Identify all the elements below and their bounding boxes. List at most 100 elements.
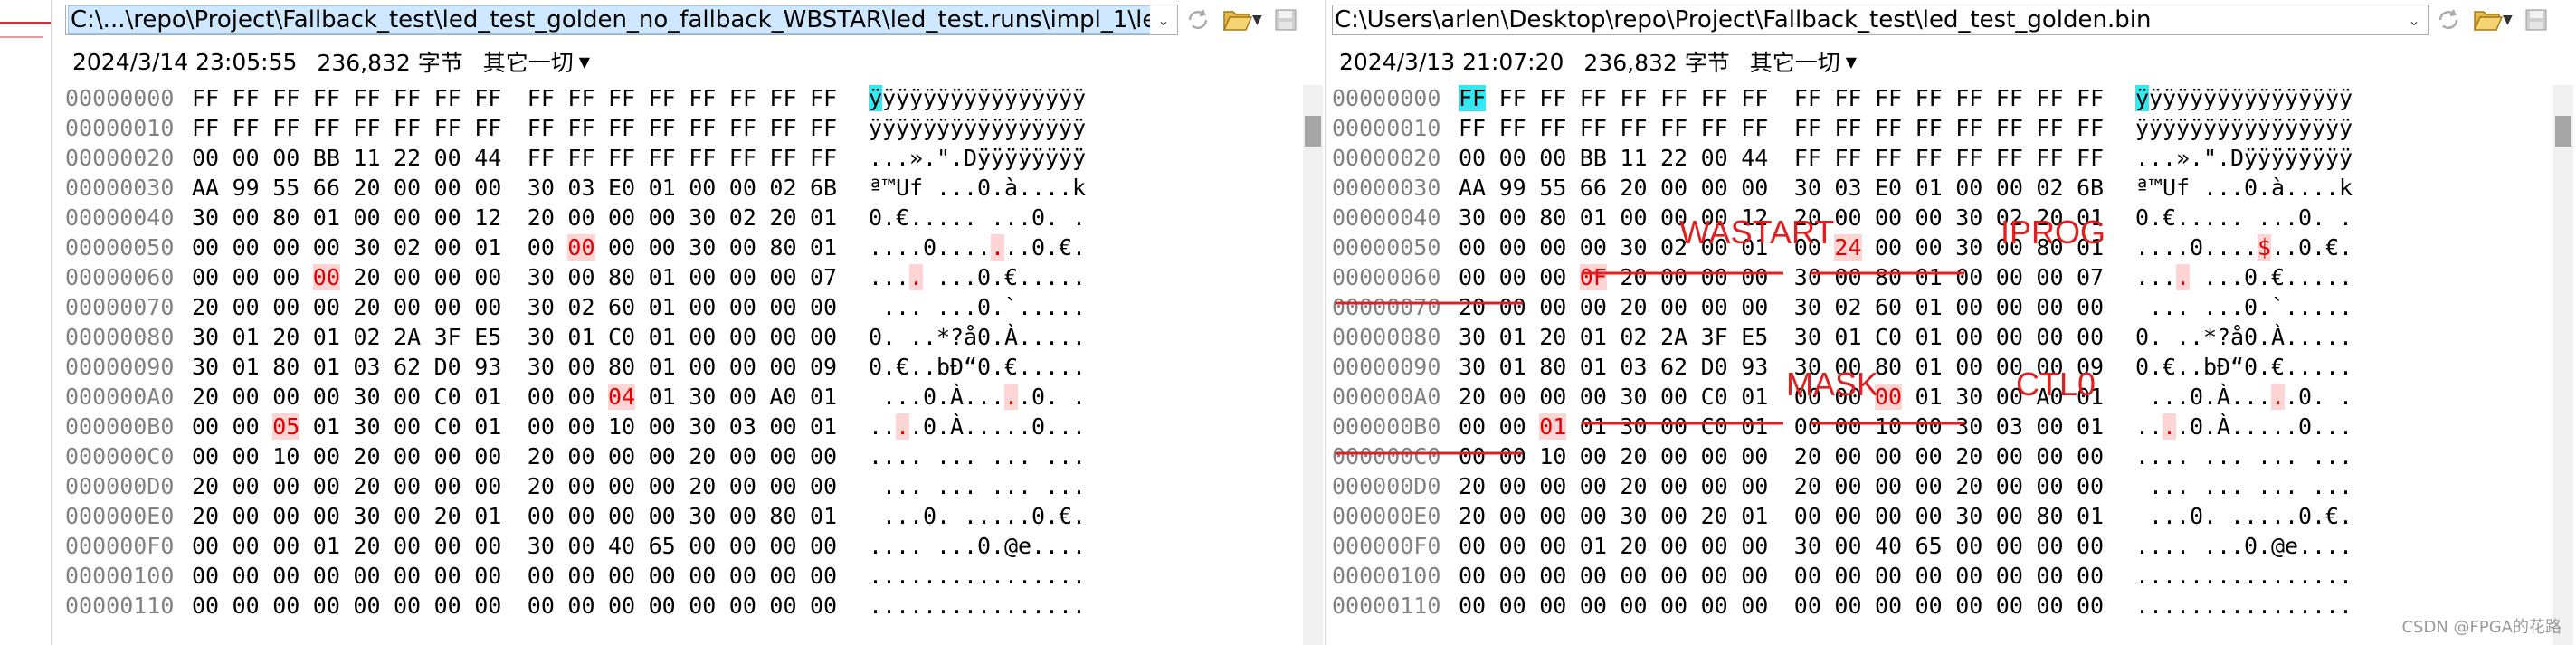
hex-byte[interactable]: 00 (1915, 413, 1943, 440)
hex-byte[interactable]: 00 (810, 473, 837, 499)
hex-byte[interactable]: 00 (729, 533, 756, 559)
hex-byte[interactable]: 01 (810, 204, 837, 231)
hex-byte[interactable]: 00 (394, 473, 421, 499)
hex-byte[interactable]: 00 (810, 563, 837, 589)
hex-byte[interactable]: 0F (1579, 264, 1607, 290)
hex-byte[interactable]: 40 (608, 533, 635, 559)
hex-byte[interactable]: 30 (1794, 533, 1821, 559)
hex-byte[interactable]: FF (1834, 145, 1861, 171)
hex-byte[interactable]: 60 (1875, 294, 1902, 320)
hex-byte[interactable]: 01 (474, 234, 501, 261)
hex-byte[interactable]: FF (313, 115, 340, 141)
hex-byte[interactable]: 01 (313, 413, 340, 440)
hex-byte[interactable]: 02 (394, 234, 421, 261)
hex-byte[interactable]: 00 (272, 533, 299, 559)
hex-byte[interactable]: 00 (567, 264, 594, 290)
hex-byte[interactable]: 20 (1620, 175, 1647, 201)
hex-byte[interactable]: 00 (1660, 473, 1687, 499)
hex-byte[interactable]: 01 (649, 294, 676, 320)
hex-byte[interactable]: 30 (1620, 384, 1647, 410)
hex-byte[interactable]: 30 (1459, 324, 1486, 350)
hex-byte[interactable]: 00 (1741, 473, 1768, 499)
hex-byte[interactable]: 00 (1660, 294, 1687, 320)
hex-byte[interactable]: 00 (394, 264, 421, 290)
hex-byte[interactable]: 00 (1499, 443, 1526, 470)
hex-byte[interactable]: 00 (1875, 593, 1902, 619)
hex-byte[interactable]: 00 (1660, 175, 1687, 201)
hex-byte[interactable]: 20 (353, 264, 380, 290)
hex-byte[interactable]: 00 (810, 443, 837, 470)
hex-byte[interactable]: 30 (689, 234, 716, 261)
hex-byte[interactable]: FF (1875, 145, 1902, 171)
hex-byte[interactable]: 2A (1660, 324, 1687, 350)
hex-byte[interactable]: 00 (2036, 443, 2063, 470)
hex-byte[interactable]: 00 (689, 264, 716, 290)
hex-byte[interactable]: 00 (1955, 294, 1982, 320)
hex-byte[interactable]: 00 (1499, 413, 1526, 440)
hex-byte[interactable]: 20 (528, 443, 555, 470)
hex-byte[interactable]: 00 (1701, 473, 1728, 499)
hex-byte[interactable]: 00 (394, 503, 421, 529)
hex-byte[interactable]: 00 (474, 473, 501, 499)
hex-byte[interactable]: 00 (1834, 413, 1861, 440)
hex-byte[interactable]: 01 (1499, 324, 1526, 350)
hex-byte[interactable]: 02 (1834, 294, 1861, 320)
hex-byte[interactable]: 01 (1915, 294, 1943, 320)
hex-byte[interactable]: 00 (1955, 264, 1982, 290)
ascii-column[interactable]: ...0.À.....0. . (869, 384, 1086, 410)
folder-dropdown-arrow-icon[interactable]: ▼ (1252, 13, 1262, 27)
hex-byte[interactable]: 20 (769, 204, 796, 231)
hex-byte[interactable]: 03 (1620, 354, 1647, 380)
hex-byte[interactable]: 00 (1955, 533, 1982, 559)
hex-byte[interactable]: 00 (313, 443, 340, 470)
hex-byte[interactable]: 01 (1915, 354, 1943, 380)
hex-byte[interactable]: 20 (192, 384, 219, 410)
hex-byte[interactable]: 30 (192, 324, 219, 350)
hex-byte[interactable]: 00 (2077, 324, 2104, 350)
hex-byte[interactable]: 20 (1459, 384, 1486, 410)
hex-byte[interactable]: FF (434, 85, 461, 111)
hex-byte[interactable]: 00 (729, 443, 756, 470)
hex-byte[interactable]: FF (1459, 85, 1487, 111)
hex-byte[interactable]: 22 (394, 145, 421, 171)
hex-byte[interactable]: 00 (1875, 473, 1902, 499)
hex-byte[interactable]: 03 (353, 354, 380, 380)
hex-byte[interactable]: 65 (1915, 533, 1943, 559)
hex-byte[interactable]: FF (192, 85, 219, 111)
hex-byte[interactable]: 00 (729, 234, 756, 261)
hex-byte[interactable]: 00 (233, 473, 260, 499)
hex-byte[interactable]: 00 (528, 503, 555, 529)
hex-byte[interactable]: 07 (810, 264, 837, 290)
hex-byte[interactable]: 00 (567, 443, 594, 470)
ascii-column[interactable]: 0.€..bÐ“0.€..... (869, 354, 1086, 380)
hex-byte[interactable]: 24 (1834, 234, 1862, 261)
hex-byte[interactable]: 01 (810, 413, 837, 440)
hex-byte[interactable]: 30 (353, 503, 380, 529)
hex-byte[interactable]: 30 (689, 204, 716, 231)
hex-byte[interactable]: 01 (1741, 503, 1768, 529)
hex-byte[interactable]: 01 (313, 204, 340, 231)
hex-byte[interactable]: BB (313, 145, 340, 171)
hex-byte[interactable]: 2A (394, 324, 421, 350)
ascii-column[interactable]: ....0.À.....0... (869, 413, 1086, 440)
hex-byte[interactable]: 65 (649, 533, 676, 559)
hex-byte[interactable]: FF (1834, 115, 1861, 141)
right-path-text[interactable]: C:\Users\arlen\Desktop\repo\Project\Fall… (1333, 5, 2400, 34)
ascii-column[interactable]: 0.€..... ...0. . (869, 204, 1086, 231)
hex-byte[interactable]: 80 (272, 354, 299, 380)
hex-byte[interactable]: 20 (1620, 533, 1647, 559)
hex-byte[interactable]: 01 (313, 354, 340, 380)
hex-byte[interactable]: 00 (1875, 234, 1902, 261)
hex-byte[interactable]: FF (1955, 85, 1982, 111)
hex-byte[interactable]: 80 (608, 264, 635, 290)
hex-byte[interactable]: 00 (689, 593, 716, 619)
hex-byte[interactable]: 00 (689, 354, 716, 380)
hex-byte[interactable]: 00 (1955, 354, 1982, 380)
hex-byte[interactable]: 00 (769, 294, 796, 320)
hex-byte[interactable]: 03 (1834, 175, 1861, 201)
hex-byte[interactable]: 00 (1701, 294, 1728, 320)
hex-byte[interactable]: 00 (1996, 175, 2023, 201)
hex-byte[interactable]: FF (1620, 85, 1647, 111)
hex-byte[interactable]: 00 (1955, 324, 1982, 350)
hex-byte[interactable]: 01 (649, 354, 676, 380)
